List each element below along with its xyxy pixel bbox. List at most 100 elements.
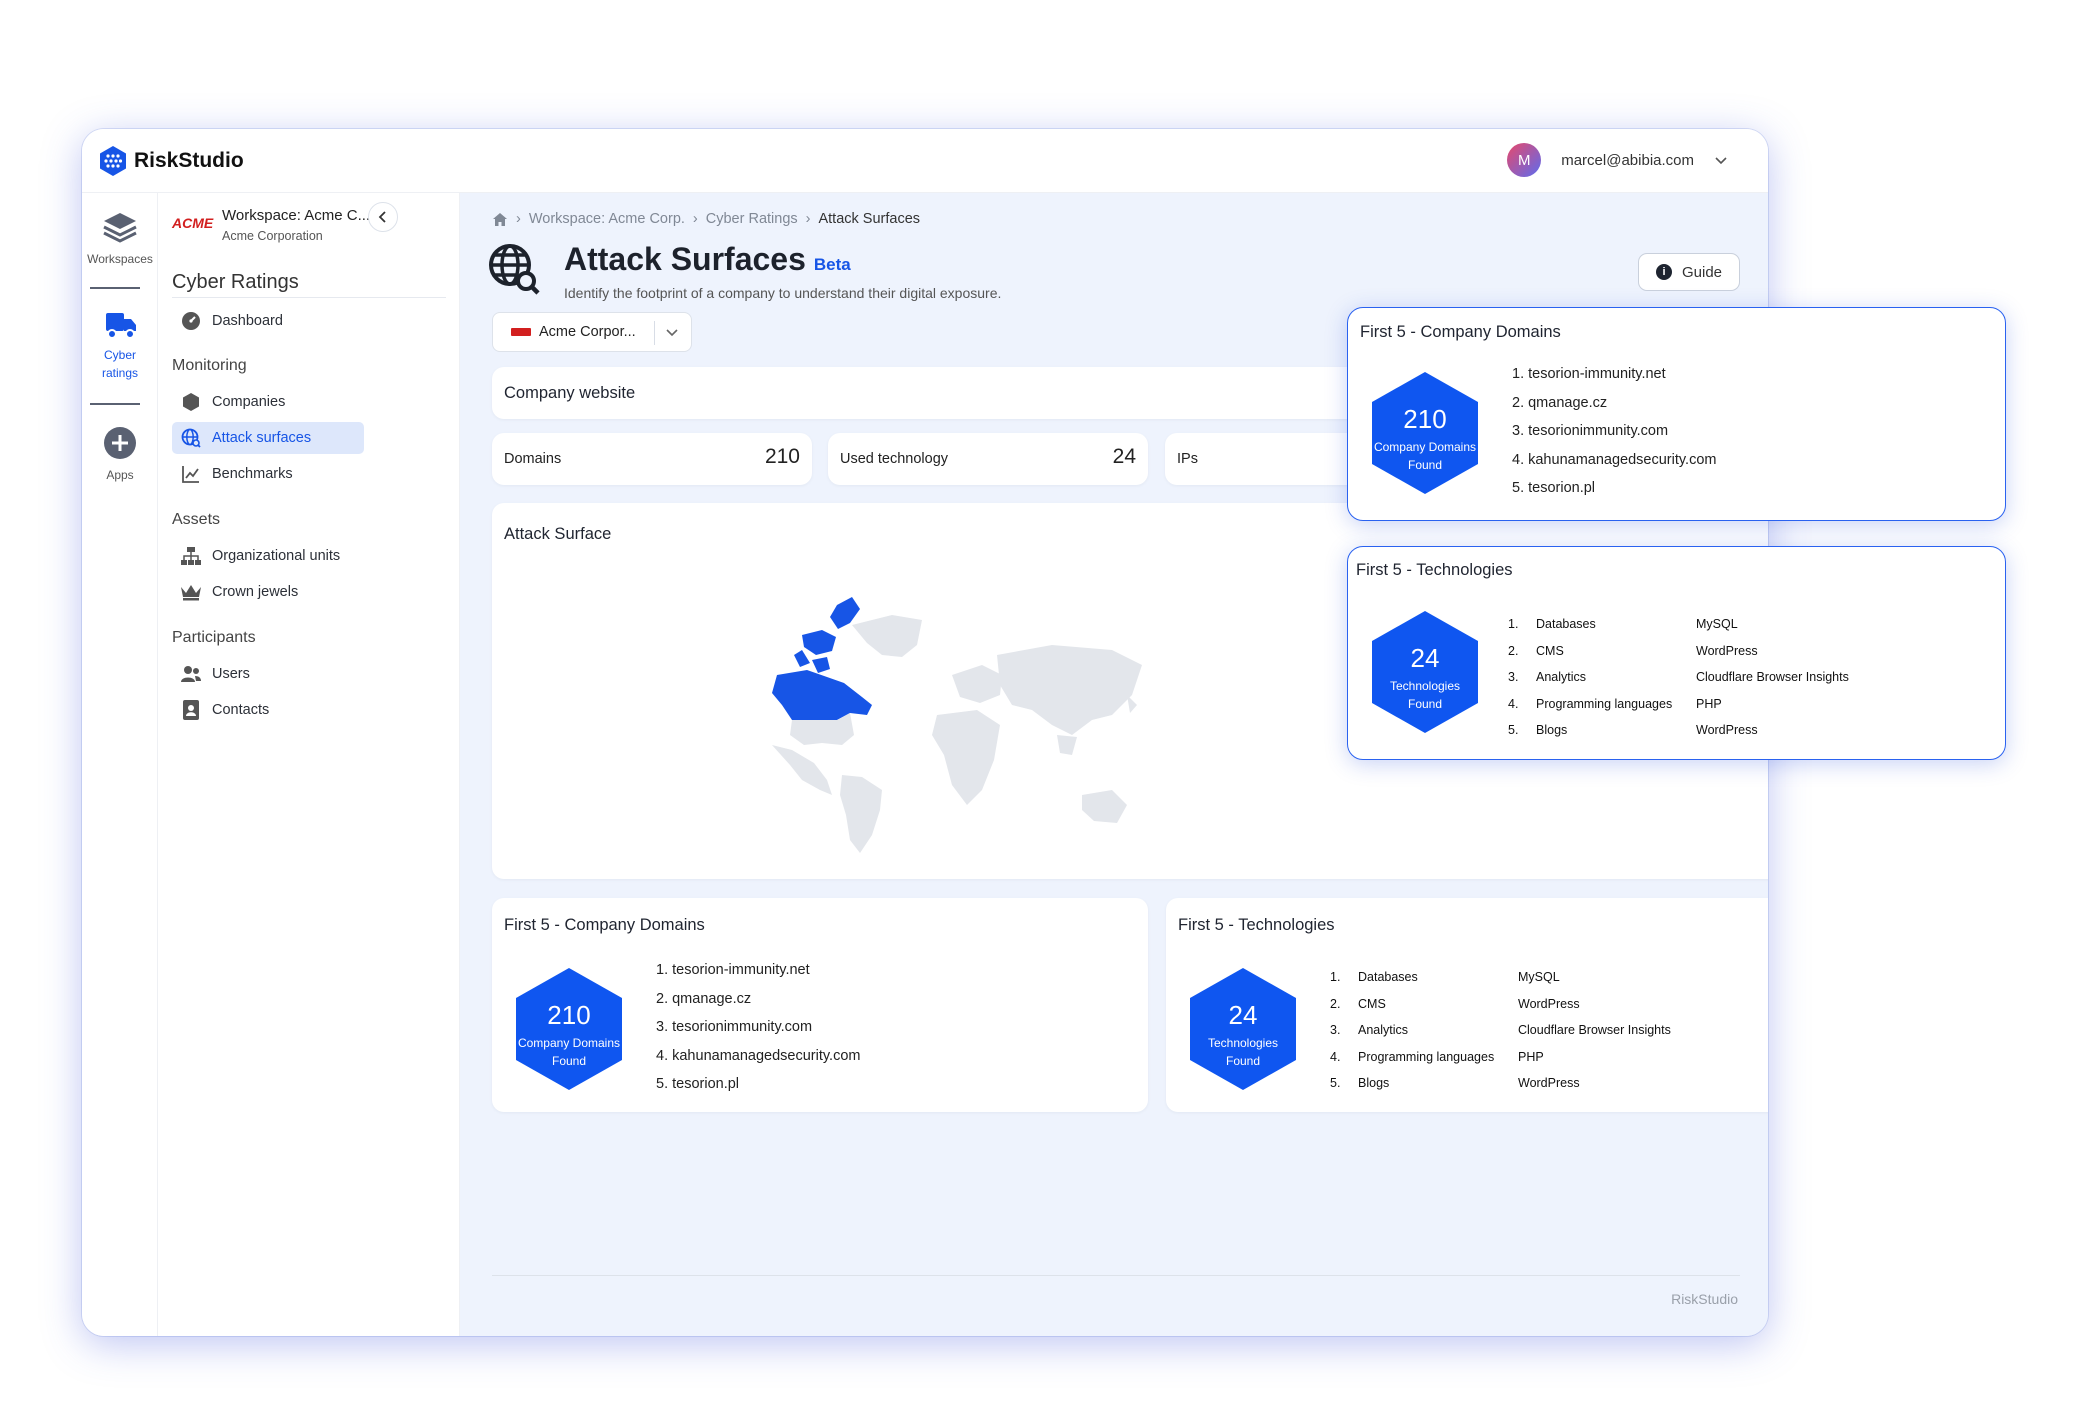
workspace-switcher[interactable]: ACME Workspace: Acme C... Acme Corporati… [172,207,370,243]
rail-divider [90,403,140,405]
list-item[interactable]: 4. kahunamanagedsecurity.com [1512,446,1716,475]
table-row[interactable]: 1. Databases MySQL [1330,964,1671,991]
world-map[interactable] [732,585,1152,855]
floating-domains-card: First 5 - Company Domains 210 Company Do… [1347,307,2006,521]
list-item[interactable]: 3. tesorionimmunity.com [1512,417,1716,446]
table-row[interactable]: 2. CMS WordPress [1330,991,1671,1018]
stat-used-technology[interactable]: Used technology 24 [828,433,1148,485]
rail-cyber-label-2: ratings [101,366,139,380]
sidebar-item-dashboard[interactable]: Dashboard [172,305,364,337]
sidebar-item-label: Crown jewels [212,584,299,600]
technologies-count: 24 [1410,643,1440,673]
list-item[interactable]: 1. tesorion-immunity.net [1512,360,1716,389]
domains-count: 210 [547,1000,591,1030]
list-item[interactable]: 2. qmanage.cz [1512,389,1716,418]
technologies-card-title: First 5 - Technologies [1356,561,1513,579]
count-label: Company Domains [517,1036,621,1050]
list-item[interactable]: 2. qmanage.cz [656,985,860,1014]
sidebar-item-companies[interactable]: Companies [172,386,364,418]
sidebar-item-benchmarks[interactable]: Benchmarks [172,458,364,490]
chevron-left-icon [378,211,386,223]
rail-cyber-ratings[interactable]: Cyber ratings [82,307,158,380]
hexagon-icon [180,392,202,412]
domains-card-title: First 5 - Company Domains [1360,323,1561,341]
app-logo[interactable]: RiskStudio [98,145,244,177]
table-row[interactable]: 2. CMS WordPress [1508,638,1849,665]
rail-workspaces[interactable]: Workspaces [82,207,158,266]
truck-icon [106,313,136,339]
sidebar-section-participants: Participants [172,629,256,646]
sidebar-divider [172,297,446,298]
company-website-title: Company website [504,384,636,402]
chart-line-icon [180,464,202,484]
list-item[interactable]: 1. tesorion-immunity.net [656,956,860,985]
technologies-card: First 5 - Technologies 24 Technologies Fo… [1166,898,1768,1112]
sidebar-item-contacts[interactable]: Contacts [172,694,364,726]
breadcrumb-cyber-ratings[interactable]: Cyber Ratings [706,211,798,227]
sidebar-item-label: Organizational units [212,548,341,564]
stat-label: Used technology [840,451,949,467]
riskstudio-logo-icon [100,146,126,176]
company-select[interactable]: Acme Corpor... [492,312,692,352]
stat-label: IPs [1177,451,1198,467]
collapse-sidebar-button[interactable] [368,202,398,232]
sidebar-item-label: Benchmarks [212,466,293,482]
sidebar-item-users[interactable]: Users [172,658,364,690]
info-icon: i [1655,264,1672,280]
guide-button[interactable]: i Guide [1638,253,1740,291]
workspace-subtitle: Acme Corporation [222,229,323,243]
sidebar-section-monitoring: Monitoring [172,357,247,374]
breadcrumb: › Workspace: Acme Corp. › Cyber Ratings … [492,211,920,227]
technologies-count: 24 [1228,1000,1258,1030]
table-row[interactable]: 4. Programming languages PHP [1330,1044,1671,1071]
plus-circle-icon [104,427,136,459]
stat-label: Domains [504,451,562,467]
attack-surface-title: Attack Surface [504,525,612,543]
globe-search-icon [180,428,202,448]
table-row[interactable]: 5. Blogs WordPress [1508,717,1849,744]
contact-book-icon [180,700,202,720]
domains-card: First 5 - Company Domains 210 Company Do… [492,898,1148,1112]
sidebar-item-organizational-units[interactable]: Organizational units [172,540,364,572]
list-item[interactable]: 5. tesorion.pl [656,1070,860,1099]
list-item[interactable]: 3. tesorionimmunity.com [656,1013,860,1042]
company-logo-icon [511,328,531,336]
domains-count-hexagon: 210 Company Domains Found [1362,370,1488,496]
crown-icon [180,582,202,602]
table-row[interactable]: 4. Programming languages PHP [1508,691,1849,718]
home-icon[interactable] [492,212,508,227]
breadcrumb-current: Attack Surfaces [818,211,921,227]
table-row[interactable]: 5. Blogs WordPress [1330,1070,1671,1097]
page-title: Attack Surfaces Beta [564,241,851,277]
workspace-title: Workspace: Acme C... [222,207,371,224]
avatar: M [1507,143,1542,177]
gauge-icon [180,311,202,331]
app-rail: Workspaces Cyber ratings Apps [82,193,158,1336]
beta-badge: Beta [813,255,851,274]
sidebar-item-attack-surfaces[interactable]: Attack surfaces [172,422,364,454]
list-item[interactable]: 5. tesorion.pl [1512,474,1716,503]
breadcrumb-workspace[interactable]: Workspace: Acme Corp. [529,211,685,227]
workspace-logo: ACME [172,215,214,231]
app-name: RiskStudio [134,149,244,172]
domains-list: 1. tesorion-immunity.net 2. qmanage.cz 3… [656,956,860,1099]
user-menu[interactable]: M marcel@abibia.com [1507,143,1728,177]
table-row[interactable]: 3. Analytics Cloudflare Browser Insights [1330,1017,1671,1044]
table-row[interactable]: 1. Databases MySQL [1508,611,1849,638]
rail-divider [90,287,140,289]
sidebar-item-crown-jewels[interactable]: Crown jewels [172,576,364,608]
table-row[interactable]: 3. Analytics Cloudflare Browser Insights [1508,664,1849,691]
top-bar: RiskStudio M marcel@abibia.com [82,129,1768,193]
sidebar-item-label: Companies [212,394,286,410]
stat-domains[interactable]: Domains 210 [492,433,812,485]
footer-brand: RiskStudio [1671,1291,1738,1307]
rail-apps[interactable]: Apps [82,425,158,482]
list-item[interactable]: 4. kahunamanagedsecurity.com [656,1042,860,1071]
sidebar: ACME Workspace: Acme C... Acme Corporati… [158,193,460,1336]
guide-label: Guide [1681,263,1723,281]
layers-icon [103,213,137,243]
technologies-card-title: First 5 - Technologies [1178,916,1335,934]
org-chart-icon [180,546,202,566]
domains-count-hexagon: 210 Company Domains Found [506,966,632,1092]
rail-workspaces-label: Workspaces [87,252,153,266]
